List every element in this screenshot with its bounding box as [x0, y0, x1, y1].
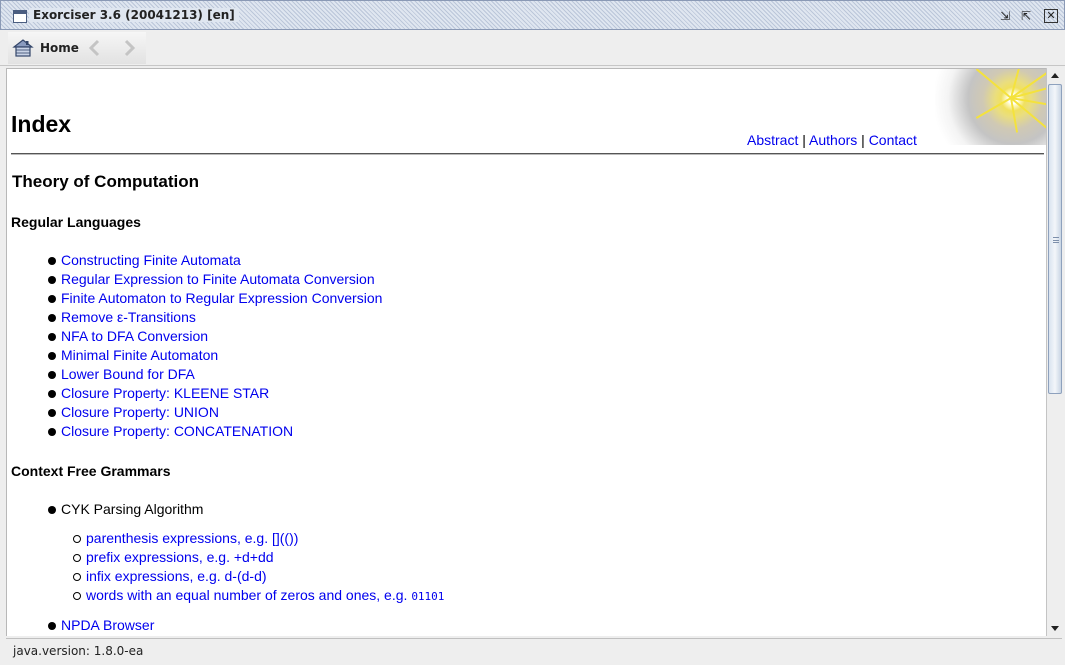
cyk-list: CYK Parsing Algorithm	[7, 500, 907, 519]
window-titlebar[interactable]: Exorciser 3.6 (20041213) [en] ⇲ ⇱ ✕	[0, 0, 1065, 30]
scroll-down-icon[interactable]	[1047, 620, 1063, 636]
window-title: Exorciser 3.6 (20041213) [en]	[29, 8, 239, 22]
list-item: NPDA Browser	[7, 616, 907, 635]
topic-link[interactable]: Minimal Finite Automaton	[61, 347, 218, 363]
topic-link[interactable]: Closure Property: CONCATENATION	[61, 423, 293, 439]
topic-link[interactable]: Lower Bound for DFA	[61, 366, 195, 382]
topic-link[interactable]: Remove ε-Transitions	[61, 309, 196, 325]
cyk-link[interactable]: words with an equal number of zeros and …	[86, 587, 444, 603]
list-item: prefix expressions, e.g. +d+dd	[7, 548, 907, 567]
topic-link[interactable]: Closure Property: KLEENE STAR	[61, 385, 269, 401]
status-bar: java.version: 1.8.0-ea	[6, 638, 1062, 662]
topic-link[interactable]: Finite Automaton to Regular Expression C…	[61, 290, 382, 306]
topic-link[interactable]: Regular Expression to Finite Automata Co…	[61, 271, 375, 287]
authors-link[interactable]: Authors	[809, 132, 857, 148]
scroll-up-icon[interactable]	[1047, 68, 1063, 84]
scrollbar-thumb[interactable]	[1048, 84, 1062, 394]
npda-browser-link[interactable]: NPDA Browser	[61, 617, 154, 633]
page-title: Index	[11, 111, 72, 137]
cyk-link[interactable]: prefix expressions, e.g. +d+dd	[86, 549, 274, 565]
header-divider	[11, 153, 1044, 155]
list-item: parenthesis expressions, e.g. [](())	[7, 529, 907, 548]
toolbar: Home	[0, 30, 1065, 66]
section-title: Theory of Computation	[12, 172, 199, 191]
minimize-icon[interactable]: ⇲	[998, 9, 1012, 23]
regular-languages-list: Constructing Finite Automata Regular Exp…	[7, 251, 907, 441]
contact-link[interactable]: Contact	[869, 132, 917, 148]
list-item: infix expressions, e.g. d-(d-d)	[7, 567, 907, 586]
list-item: Closure Property: UNION	[7, 403, 907, 422]
list-item: Finite Automaton to Regular Expression C…	[7, 289, 907, 308]
maximize-icon[interactable]: ⇱	[1019, 9, 1033, 23]
cyk-sublist: parenthesis expressions, e.g. [](()) pre…	[7, 529, 907, 605]
cyk-link[interactable]: parenthesis expressions, e.g. [](())	[86, 530, 298, 546]
cyk-link-text: words with an equal number of zeros and …	[86, 587, 408, 603]
logo-image	[935, 69, 1046, 145]
list-item: Regular Expression to Finite Automata Co…	[7, 270, 907, 289]
list-item: Closure Property: KLEENE STAR	[7, 384, 907, 403]
content-pane: Index Abstract | Authors | Contact Theor…	[6, 68, 1046, 636]
home-label: Home	[40, 41, 79, 55]
cyk-label: CYK Parsing Algorithm	[61, 501, 204, 517]
close-icon[interactable]: ✕	[1044, 9, 1058, 23]
topic-link[interactable]: Constructing Finite Automata	[61, 252, 241, 268]
cyk-link[interactable]: infix expressions, e.g. d-(d-d)	[86, 568, 267, 584]
list-item: Minimal Finite Automaton	[7, 346, 907, 365]
house-icon	[12, 39, 34, 57]
link-separator: |	[861, 132, 865, 148]
header-links: Abstract | Authors | Contact	[747, 132, 917, 148]
context-free-grammars-heading: Context Free Grammars	[11, 463, 171, 479]
topic-link[interactable]: NFA to DFA Conversion	[61, 328, 208, 344]
link-separator: |	[802, 132, 806, 148]
topic-link[interactable]: Closure Property: UNION	[61, 404, 219, 420]
scrollbar-grip	[1053, 237, 1059, 243]
list-item: Lower Bound for DFA	[7, 365, 907, 384]
window-icon	[13, 10, 27, 23]
npda-list: NPDA Browser	[7, 616, 907, 635]
chevron-left-icon[interactable]	[86, 38, 104, 58]
regular-languages-heading: Regular Languages	[11, 214, 141, 230]
list-item: NFA to DFA Conversion	[7, 327, 907, 346]
list-item: CYK Parsing Algorithm	[7, 500, 907, 519]
cyk-link-example: 01101	[411, 590, 445, 603]
chevron-right-icon[interactable]	[120, 38, 138, 58]
vertical-scrollbar[interactable]	[1046, 68, 1062, 636]
abstract-link[interactable]: Abstract	[747, 132, 798, 148]
list-item: Constructing Finite Automata	[7, 251, 907, 270]
home-button[interactable]: Home	[12, 37, 79, 59]
list-item: Remove ε-Transitions	[7, 308, 907, 327]
list-item: Closure Property: CONCATENATION	[7, 422, 907, 441]
list-item: words with an equal number of zeros and …	[7, 586, 907, 605]
